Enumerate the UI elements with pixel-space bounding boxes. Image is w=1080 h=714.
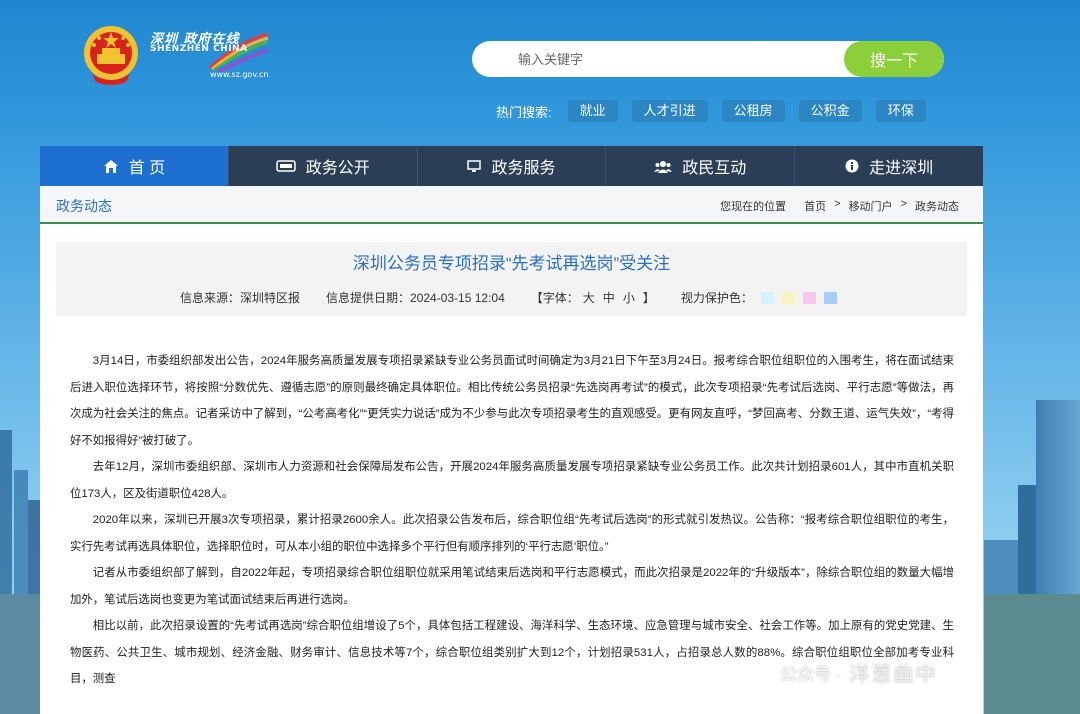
hot-tag-housing-fund[interactable]: 公积金 xyxy=(798,100,862,122)
search-button[interactable]: 搜一下 xyxy=(844,41,944,77)
article-source: 信息来源：深圳特区报 xyxy=(180,291,301,305)
nav-item-government-services[interactable]: 政务服务 xyxy=(418,146,607,186)
location-label: 您现在的位置 xyxy=(720,201,787,213)
breadcrumb: 您现在的位置 首页 > 移动门户 > 政务动态 xyxy=(712,198,959,214)
section-title: 政务动态 xyxy=(56,198,112,214)
background-city-right xyxy=(984,400,1080,714)
nav-item-label: 政务服务 xyxy=(491,160,556,177)
nav-item-home[interactable]: 首 页 xyxy=(40,146,229,186)
font-size-large[interactable]: 大 xyxy=(583,291,595,305)
watermark-text: 公众号 · xyxy=(780,665,842,684)
logo-url-text: www.sz.gov.cn xyxy=(210,70,269,79)
nav-item-label: 政务公开 xyxy=(305,160,370,177)
search-box: 搜一下 xyxy=(472,41,944,77)
eye-color-swatch[interactable] xyxy=(823,291,837,304)
nav-item-label: 走进深圳 xyxy=(869,160,934,177)
search-input[interactable] xyxy=(502,41,832,77)
article-paragraph: 3月14日，市委组织部发出公告，2024年服务高质量发展专项招录紧缺专业公务员面… xyxy=(70,355,954,447)
breadcrumb-separator: > xyxy=(834,198,841,210)
hot-tag-public-housing[interactable]: 公租房 xyxy=(721,100,785,122)
eye-color-swatch[interactable] xyxy=(781,291,795,304)
nav-item-public-interaction[interactable]: 政民互动 xyxy=(606,146,796,186)
national-emblem-icon xyxy=(82,24,140,86)
breadcrumb-separator: > xyxy=(900,198,907,210)
breadcrumb-home[interactable]: 首页 xyxy=(804,198,826,214)
shenzhen-logo[interactable]: 深圳 政府在线 SHENZHEN CHINA www.sz.gov.cn xyxy=(150,28,270,80)
article-date: 信息提供日期：2024-03-15 12:04 xyxy=(326,291,505,305)
nav-item-label: 首 页 xyxy=(128,160,166,177)
font-size-controls: 【字体： 大中小】 xyxy=(531,289,655,306)
wechat-icon xyxy=(752,661,774,684)
eye-protection-label: 视力保护色： xyxy=(680,291,753,305)
nav-item-label: 政民互动 xyxy=(682,160,747,177)
hot-searches-label: 热门搜索: xyxy=(496,104,552,120)
hot-tag-employment[interactable]: 就业 xyxy=(567,100,618,122)
info-icon xyxy=(845,159,859,173)
eye-color-swatch[interactable] xyxy=(760,291,774,304)
background-city-left xyxy=(0,430,42,714)
main-nav: 首 页 政务公开 政务服务 政民互动 走进深圳 xyxy=(40,146,983,186)
nav-item-about-shenzhen[interactable]: 走进深圳 xyxy=(795,146,983,186)
monitor-icon xyxy=(467,159,482,173)
content-panel: 深圳公务员专项招录“先考试再选岗”受关注 信息来源：深圳特区报 信息提供日期：2… xyxy=(40,224,983,714)
nav-item-government-affairs[interactable]: 政务公开 xyxy=(229,146,418,186)
hot-tag-environment[interactable]: 环保 xyxy=(875,100,926,122)
article-body: 3月14日，市委组织部发出公告，2024年服务高质量发展专项招录紧缺专业公务员面… xyxy=(70,348,954,693)
hot-searches: 热门搜索: 就业 人才引进 公租房 公积金 环保 xyxy=(496,100,940,122)
font-label-open: 【字体： xyxy=(530,291,579,305)
article-title: 深圳公务员专项招录“先考试再选岗”受关注 xyxy=(352,254,671,273)
article-paragraph: 2020年以来，深圳已开展3次专项招录，累计招录2600余人。此次招录公告发布后… xyxy=(70,514,954,553)
people-icon xyxy=(654,160,673,173)
home-icon xyxy=(103,159,119,174)
breadcrumb-government-news[interactable]: 政务动态 xyxy=(915,198,959,214)
news-icon xyxy=(275,160,296,172)
watermark-brand: 洋葱曲中 xyxy=(849,664,938,686)
breadcrumb-bar: 政务动态 您现在的位置 首页 > 移动门户 > 政务动态 xyxy=(40,186,983,224)
font-size-medium[interactable]: 中 xyxy=(603,291,615,305)
eye-color-swatch[interactable] xyxy=(802,291,816,304)
font-size-small[interactable]: 小 xyxy=(623,291,635,305)
article-meta: 信息来源：深圳特区报 信息提供日期：2024-03-15 12:04 【字体： 大… xyxy=(180,289,837,306)
article-paragraph: 记者从市委组织部了解到，自2022年起，专项招录综合职位组职位就采用笔试结束后选… xyxy=(70,567,954,606)
watermark: 公众号 · 洋葱曲中 xyxy=(752,658,937,687)
font-label-close: 】 xyxy=(642,291,655,305)
logo-english-text: SHENZHEN CHINA xyxy=(150,44,248,54)
hot-tag-talent[interactable]: 人才引进 xyxy=(631,100,708,122)
article-header: 深圳公务员专项招录“先考试再选岗”受关注 信息来源：深圳特区报 信息提供日期：2… xyxy=(56,242,967,316)
breadcrumb-mobile-portal[interactable]: 移动门户 xyxy=(849,198,893,214)
article-paragraph: 去年12月，深圳市委组织部、深圳市人力资源和社会保障局发布公告，开展2024年服… xyxy=(70,461,954,500)
